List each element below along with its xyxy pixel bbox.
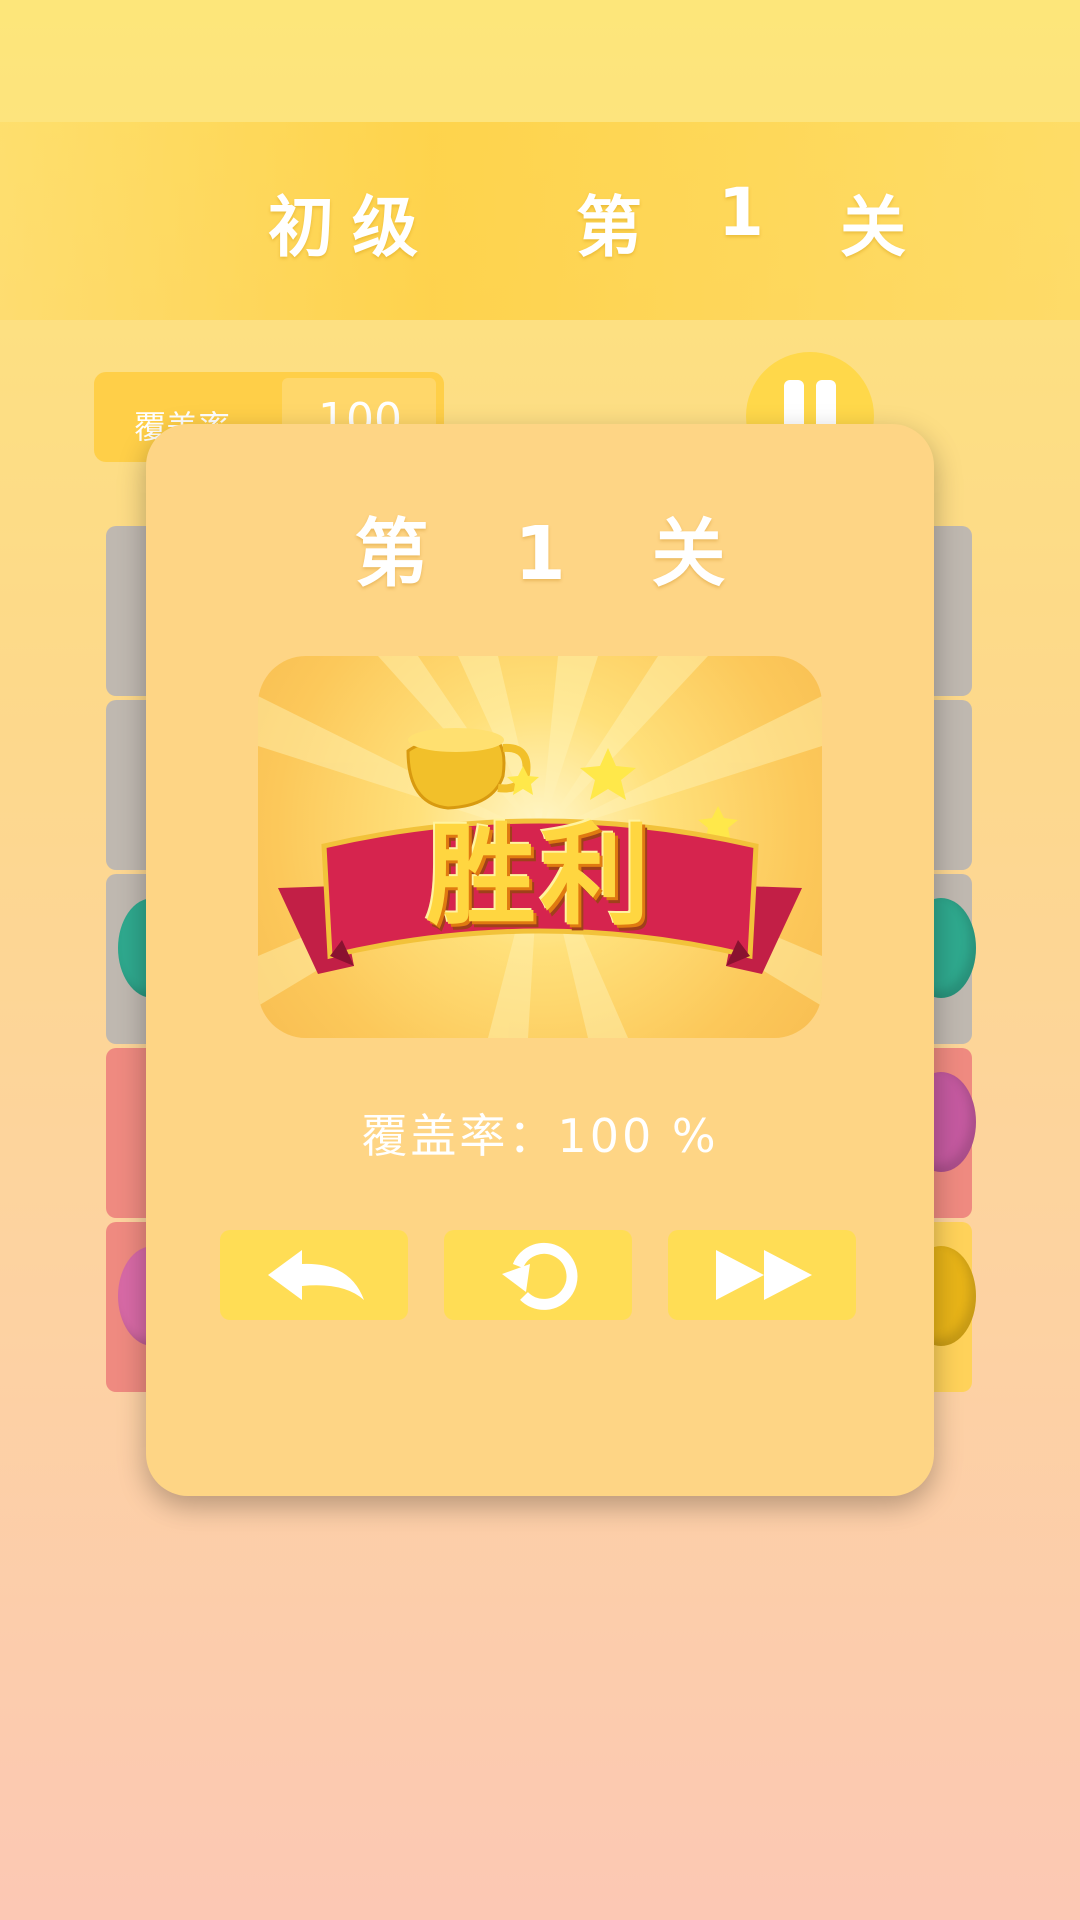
- level-number: 1: [718, 174, 782, 251]
- level-prefix: 第: [576, 189, 660, 266]
- game-screen: 初级 第 1 关 覆盖率 100 第 1 关: [0, 0, 1080, 1920]
- retry-button[interactable]: [444, 1230, 632, 1320]
- back-button[interactable]: [220, 1230, 408, 1320]
- fast-forward-icon: [716, 1250, 812, 1300]
- dialog-title: 第 1 关: [354, 511, 726, 597]
- coverage-result: 覆盖率：100 %: [361, 1109, 719, 1163]
- back-arrow-icon: [268, 1250, 364, 1300]
- victory-banner: 胜利: [258, 656, 822, 1038]
- difficulty-label: 初级: [268, 189, 436, 266]
- next-level-button[interactable]: [668, 1230, 856, 1320]
- victory-text: 胜利: [426, 812, 654, 940]
- retry-icon: [502, 1242, 578, 1310]
- victory-dialog: 第 1 关 胜利 覆盖率：100 %: [146, 424, 934, 1496]
- level-suffix: 关: [840, 189, 924, 266]
